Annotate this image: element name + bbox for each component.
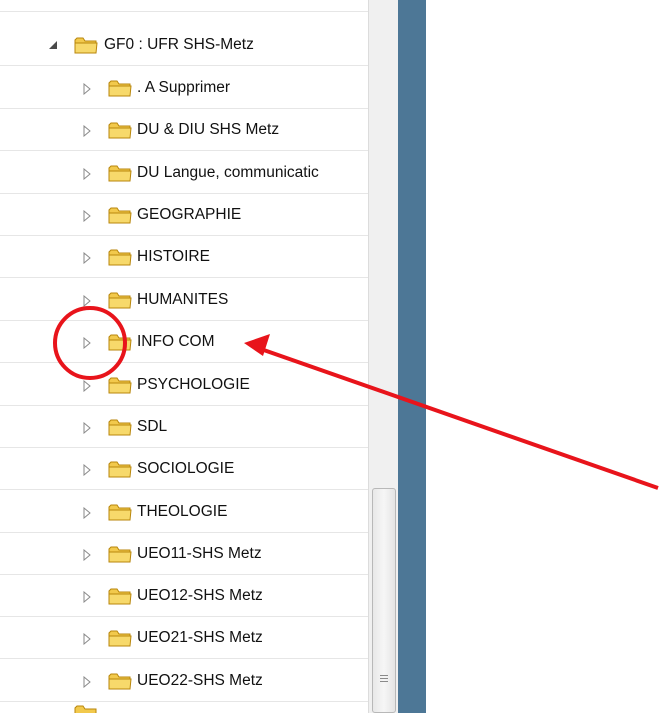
tree-node-child[interactable]: UEO22-SHS Metz	[0, 660, 368, 702]
tree-node-label[interactable]: INFO COM	[137, 333, 215, 351]
tree-node-label[interactable]: GEOGRAPHIE	[137, 206, 241, 224]
triangle-right-icon[interactable]	[82, 632, 92, 645]
tree-node-child[interactable]: DU & DIU SHS Metz	[0, 109, 368, 151]
tree-node-label[interactable]: . A Supprimer	[137, 79, 230, 97]
folder-tree-panel: GF0 : UFR SHS-Metz . A Supprimer DU & DI…	[0, 0, 368, 713]
tree-node-info-com[interactable]: INFO COM	[0, 321, 368, 363]
tree-node-child[interactable]: HUMANITES	[0, 279, 368, 321]
tree-node-label[interactable]: PSYCHOLOGIE	[137, 376, 250, 394]
triangle-right-icon[interactable]	[82, 167, 92, 180]
tree-node-label[interactable]: HISTOIRE	[137, 248, 210, 266]
folder-icon	[108, 586, 132, 606]
tree-node-label[interactable]: THEOLOGIE	[137, 503, 227, 521]
folder-icon	[108, 502, 132, 522]
triangle-right-icon[interactable]	[82, 379, 92, 392]
triangle-right-icon[interactable]	[82, 421, 92, 434]
tree-node-label[interactable]: UEO12-SHS Metz	[137, 587, 263, 605]
tree-node-label[interactable]: UEO21-SHS Metz	[137, 629, 263, 647]
folder-icon	[108, 290, 132, 310]
tree-node-child[interactable]: GEOGRAPHIE	[0, 194, 368, 236]
grip-line	[380, 681, 388, 682]
tree-node-gf0[interactable]: GF0 : UFR SHS-Metz	[0, 24, 368, 66]
tree-node-child[interactable]: UEO21-SHS Metz	[0, 617, 368, 659]
tree-node-label[interactable]: GF0 : UFR SHS-Metz	[104, 36, 254, 54]
tree-node-child[interactable]: THEOLOGIE	[0, 491, 368, 533]
folder-icon	[108, 628, 132, 648]
tree-row-partial-bottom[interactable]	[0, 699, 368, 713]
tree-node-child[interactable]: DU Langue, communicatic	[0, 152, 368, 194]
triangle-right-icon[interactable]	[82, 675, 92, 688]
folder-icon	[108, 78, 132, 98]
folder-icon	[108, 544, 132, 564]
folder-icon	[108, 417, 132, 437]
vertical-scrollbar[interactable]	[368, 0, 398, 713]
triangle-right-icon[interactable]	[82, 124, 92, 137]
tree-node-label[interactable]: UEO11-SHS Metz	[137, 545, 262, 563]
folder-icon	[108, 205, 132, 225]
triangle-right-icon[interactable]	[82, 548, 92, 561]
grip-line	[380, 678, 388, 679]
triangle-right-icon[interactable]	[82, 336, 92, 349]
tree-row-partial-top[interactable]	[0, 0, 368, 12]
tree-node-child[interactable]: SDL	[0, 406, 368, 448]
triangle-right-icon[interactable]	[82, 82, 92, 95]
folder-icon	[108, 247, 132, 267]
folder-icon	[108, 332, 132, 352]
folder-icon	[108, 671, 132, 691]
triangle-right-icon[interactable]	[82, 251, 92, 264]
tree-node-label[interactable]: SDL	[137, 418, 167, 436]
folder-icon	[108, 459, 132, 479]
folder-icon	[108, 120, 132, 140]
tree-node-child[interactable]: SOCIOLOGIE	[0, 448, 368, 490]
folder-icon	[74, 0, 98, 1]
tree-node-child[interactable]: HISTOIRE	[0, 236, 368, 278]
folder-icon	[74, 703, 98, 713]
folder-icon	[108, 375, 132, 395]
tree-node-child[interactable]: UEO11-SHS Metz	[0, 533, 368, 575]
tree-node-child[interactable]: UEO12-SHS Metz	[0, 575, 368, 617]
folder-icon	[74, 35, 98, 55]
triangle-right-icon[interactable]	[82, 590, 92, 603]
triangle-right-icon[interactable]	[82, 463, 92, 476]
triangle-right-icon[interactable]	[82, 506, 92, 519]
scrollbar-thumb[interactable]	[372, 488, 396, 713]
tree-node-label[interactable]: UEO22-SHS Metz	[137, 672, 263, 690]
triangle-down-icon[interactable]	[48, 39, 58, 51]
tree-node-child[interactable]: PSYCHOLOGIE	[0, 364, 368, 406]
folder-icon	[108, 163, 132, 183]
tree-node-child[interactable]: . A Supprimer	[0, 67, 368, 109]
tree-node-label[interactable]: SOCIOLOGIE	[137, 460, 234, 478]
triangle-right-icon[interactable]	[82, 294, 92, 307]
side-pane	[398, 0, 426, 713]
tree-node-label[interactable]: DU & DIU SHS Metz	[137, 121, 279, 139]
tree-node-label[interactable]: DU Langue, communicatic	[137, 164, 319, 182]
tree-node-label[interactable]: HUMANITES	[137, 291, 228, 309]
triangle-right-icon[interactable]	[82, 209, 92, 222]
grip-line	[380, 675, 388, 676]
